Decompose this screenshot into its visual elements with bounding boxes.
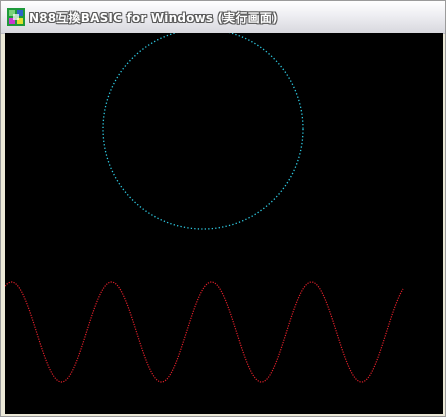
dotted-circle [102,33,304,230]
title-bar[interactable]: N88互換BASIC for Windows (実行画面) [1,1,445,34]
n88-basic-app-icon[interactable] [7,8,25,26]
graphics-canvas [5,33,404,383]
basic-run-screen[interactable] [5,33,443,414]
sine-wave [5,281,404,383]
window-title: N88互換BASIC for Windows (実行画面) [29,11,278,25]
basic-window: N88互換BASIC for Windows (実行画面) [0,0,446,417]
